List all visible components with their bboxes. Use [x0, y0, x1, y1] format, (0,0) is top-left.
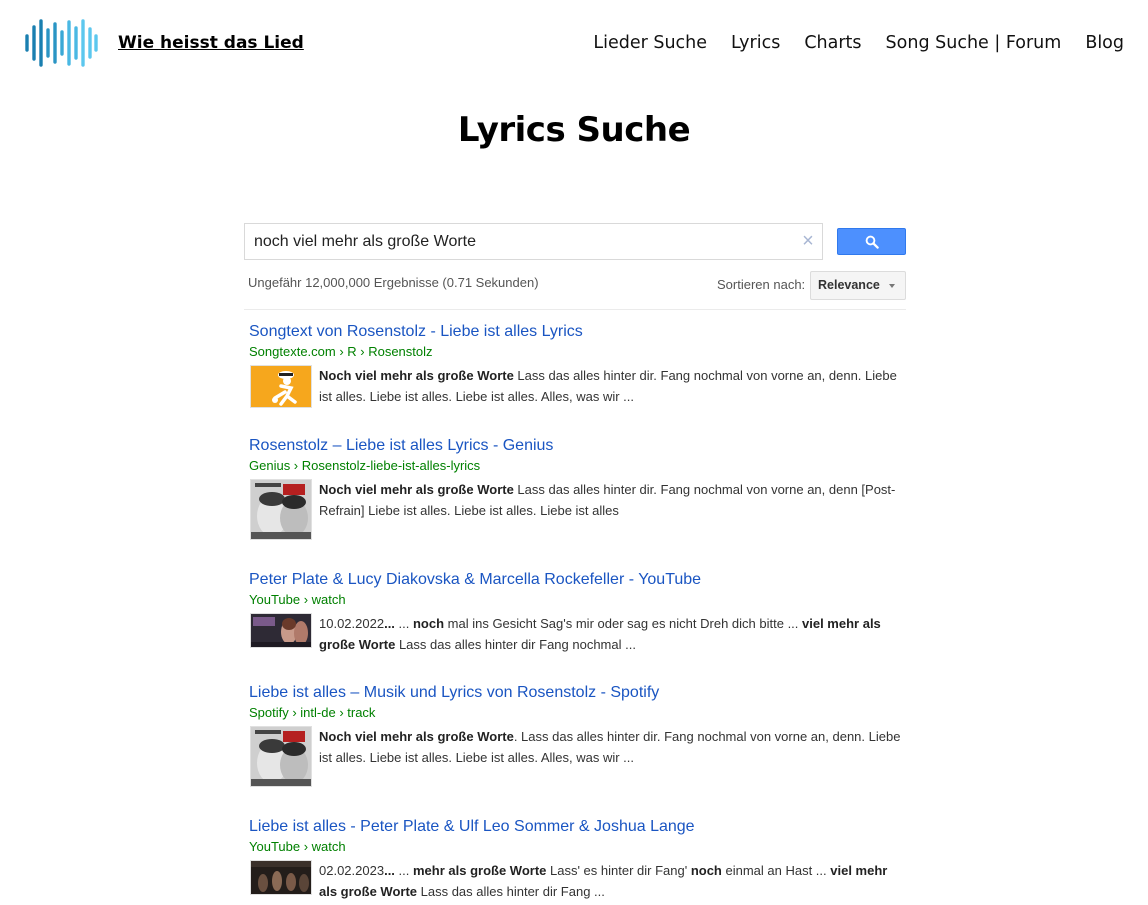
result-url[interactable]: Songtexte.com › R › Rosenstolz — [249, 344, 909, 359]
album-cover-icon — [251, 727, 311, 786]
result-snippet: 10.02.2022... ... noch mal ins Gesicht S… — [319, 616, 881, 652]
video-thumbnail-icon — [251, 861, 311, 894]
sort-value: Relevance — [818, 278, 880, 292]
result-snippet: 02.02.2023... ... mehr als große Worte L… — [319, 863, 888, 899]
result-title-link[interactable]: Peter Plate & Lucy Diakovska & Marcella … — [249, 571, 909, 589]
search-result: Songtext von Rosenstolz - Liebe ist alle… — [249, 323, 909, 408]
nav-lieder-suche[interactable]: Lieder Suche — [593, 33, 707, 53]
result-url[interactable]: YouTube › watch — [249, 839, 909, 854]
search-result: Liebe ist alles – Musik und Lyrics von R… — [249, 684, 909, 787]
songtexte-logo-thumbnail[interactable] — [250, 365, 312, 408]
search-result: Peter Plate & Lucy Diakovska & Marcella … — [249, 571, 909, 655]
video-thumbnail-icon — [251, 614, 311, 647]
nav-song-suche-forum[interactable]: Song Suche | Forum — [886, 33, 1062, 53]
site-title-link[interactable]: Wie heisst das Lied — [118, 33, 304, 53]
result-title-link[interactable]: Liebe ist alles – Musik und Lyrics von R… — [249, 684, 909, 702]
search-box: × — [244, 223, 823, 260]
search-input[interactable] — [245, 224, 785, 259]
video-thumbnail[interactable] — [250, 613, 312, 648]
main-nav: Lieder Suche Lyrics Charts Song Suche | … — [593, 33, 1124, 53]
result-snippet: Noch viel mehr als große Worte Lass das … — [319, 482, 896, 518]
page-title: Lyrics Suche — [457, 110, 691, 150]
search-result: Rosenstolz – Liebe ist alles Lyrics - Ge… — [249, 437, 909, 540]
result-count: Ungefähr 12,000,000 Ergebnisse (0.71 Sek… — [248, 275, 539, 290]
search-button[interactable] — [837, 228, 906, 255]
nav-blog[interactable]: Blog — [1085, 33, 1124, 53]
sort-label: Sortieren nach: — [717, 277, 806, 292]
result-title-link[interactable]: Songtext von Rosenstolz - Liebe ist alle… — [249, 323, 909, 341]
video-thumbnail[interactable] — [250, 860, 312, 895]
songtexte-logo-icon — [251, 366, 311, 407]
site-header: Wie heisst das Lied Lieder Suche Lyrics … — [0, 0, 1148, 90]
result-title-link[interactable]: Liebe ist alles - Peter Plate & Ulf Leo … — [249, 818, 909, 836]
result-title-link[interactable]: Rosenstolz – Liebe ist alles Lyrics - Ge… — [249, 437, 909, 455]
album-cover-icon — [251, 480, 311, 539]
search-result: Liebe ist alles - Peter Plate & Ulf Leo … — [249, 818, 909, 902]
sound-wave-logo-icon[interactable] — [24, 18, 98, 68]
dropdown-arrow-icon — [889, 284, 895, 288]
result-snippet: Noch viel mehr als große Worte Lass das … — [319, 368, 897, 404]
nav-charts[interactable]: Charts — [804, 33, 861, 53]
clear-icon[interactable]: × — [800, 231, 816, 251]
result-url[interactable]: Spotify › intl-de › track — [249, 705, 909, 720]
album-cover-thumbnail[interactable] — [250, 726, 312, 787]
search-icon — [865, 235, 879, 249]
result-url[interactable]: Genius › Rosenstolz-liebe-ist-alles-lyri… — [249, 458, 909, 473]
album-cover-thumbnail[interactable] — [250, 479, 312, 540]
divider — [244, 309, 906, 310]
sort-dropdown[interactable]: Relevance — [810, 271, 906, 300]
result-url[interactable]: YouTube › watch — [249, 592, 909, 607]
result-snippet: Noch viel mehr als große Worte. Lass das… — [319, 729, 901, 765]
nav-lyrics[interactable]: Lyrics — [731, 33, 780, 53]
